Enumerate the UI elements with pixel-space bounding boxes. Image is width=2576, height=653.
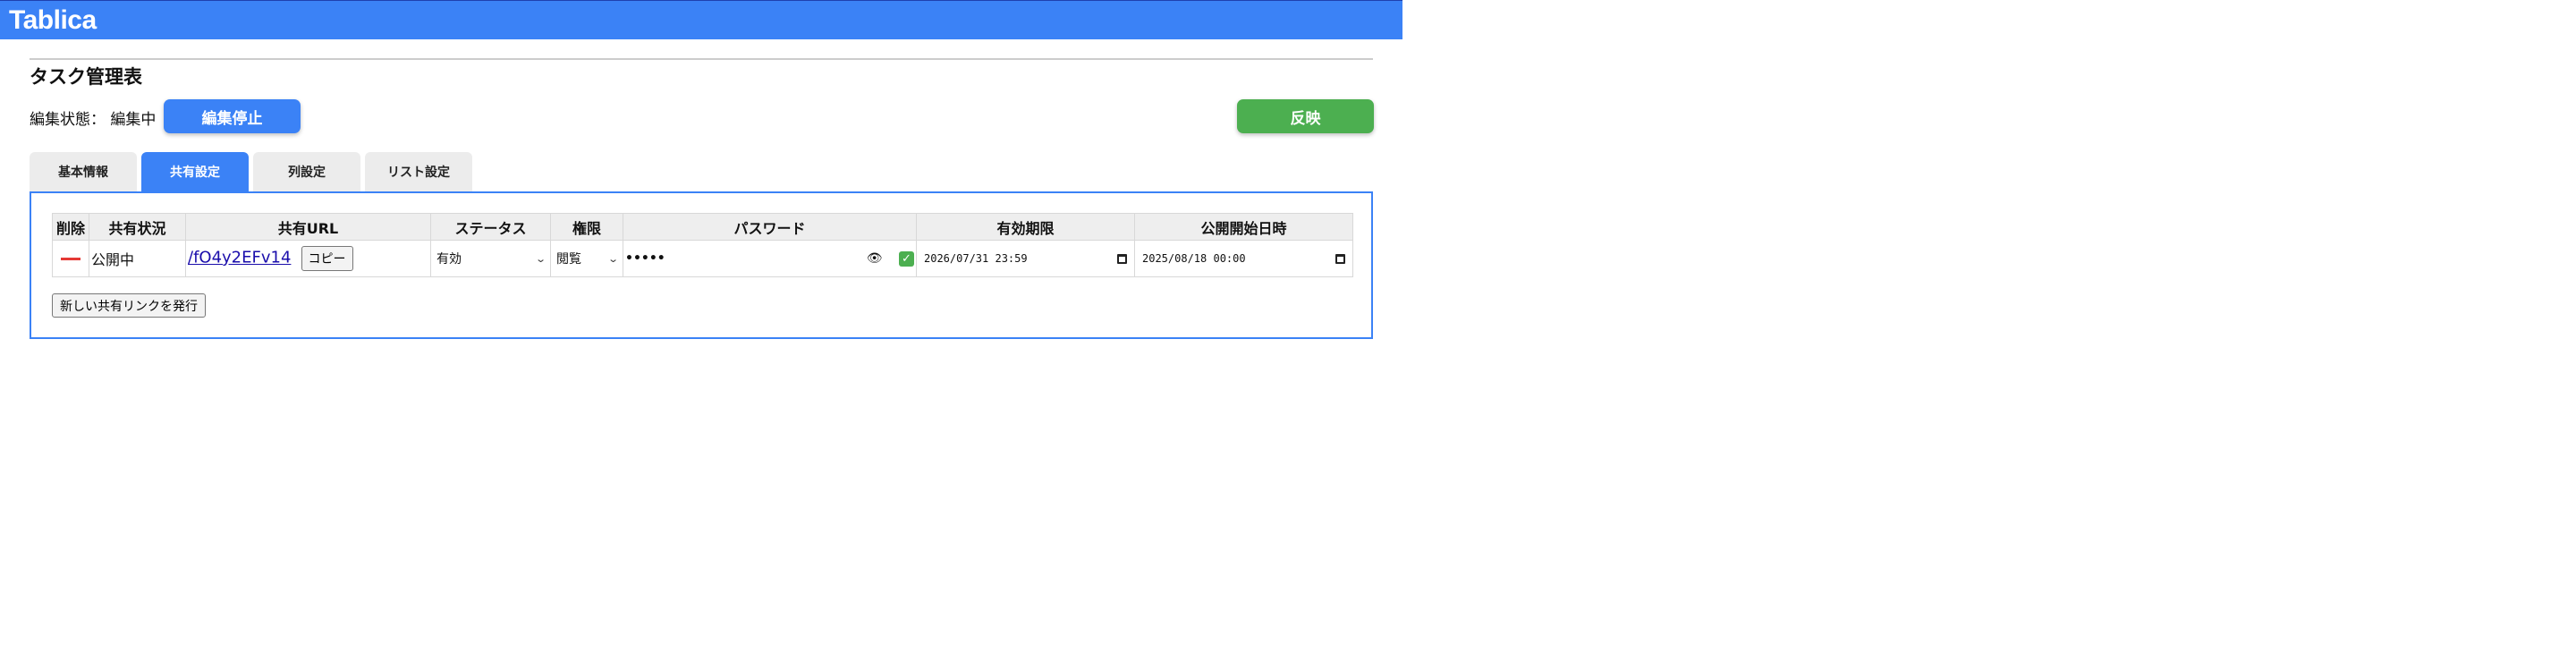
header-share-url: 共有URL: [185, 213, 431, 241]
copy-button[interactable]: コピー: [301, 246, 353, 271]
header-permission: 権限: [550, 213, 623, 241]
permission-select[interactable]: 閲覧 ⌄: [553, 250, 621, 267]
check-icon[interactable]: ✓: [899, 250, 914, 267]
share-settings-panel: 削除 共有状況 共有URL ステータス 権限 パスワード 有効期限 公開開始日時…: [30, 191, 1373, 339]
status-select[interactable]: 有効 ⌄: [433, 250, 548, 267]
share-url-cell: /fO4y2EFv14 コピー: [185, 240, 431, 277]
header-share-status: 共有状況: [89, 213, 186, 241]
tab-column-settings[interactable]: 列設定: [253, 152, 360, 191]
eye-icon[interactable]: 👁: [867, 251, 883, 266]
header-expires: 有効期限: [916, 213, 1135, 241]
share-table: 削除 共有状況 共有URL ステータス 権限 パスワード 有効期限 公開開始日時…: [52, 213, 1353, 277]
edit-state-label: 編集状態：: [30, 111, 106, 129]
edit-state-value: 編集中: [110, 111, 157, 129]
chevron-down-icon: ⌄: [534, 252, 547, 265]
calendar-icon[interactable]: [1117, 253, 1127, 264]
issue-new-share-link-button[interactable]: 新しい共有リンクを発行: [52, 293, 206, 318]
title-divider: [30, 58, 1373, 60]
permission-select-value: 閲覧: [556, 252, 581, 267]
header-publish-start: 公開開始日時: [1134, 213, 1353, 241]
minus-icon[interactable]: [61, 257, 80, 260]
share-status-cell: 公開中: [89, 240, 186, 277]
password-cell: ••••• 👁 ✓: [623, 240, 917, 277]
header-status: ステータス: [430, 213, 551, 241]
status-select-value: 有効: [436, 252, 462, 267]
stop-editing-button[interactable]: 編集停止: [164, 99, 301, 133]
header-delete: 削除: [52, 213, 89, 241]
delete-cell[interactable]: [52, 240, 89, 277]
chevron-down-icon: ⌄: [606, 252, 619, 265]
edit-state: 編集状態： 編集中: [30, 106, 156, 129]
expires-input[interactable]: 2026/07/31 23:59: [924, 252, 1028, 265]
status-select-cell[interactable]: 有効 ⌄: [430, 240, 551, 277]
tab-basic-info[interactable]: 基本情報: [30, 152, 137, 191]
expires-cell: 2026/07/31 23:59: [916, 240, 1135, 277]
page-title: タスク管理表: [30, 66, 142, 88]
top-bar: Tablica: [0, 0, 1402, 39]
table-row: 公開中 /fO4y2EFv14 コピー 有効 ⌄ 閲覧 ⌄ ••••• 👁 ✓ …: [52, 240, 1353, 277]
table-header-row: 削除 共有状況 共有URL ステータス 権限 パスワード 有効期限 公開開始日時: [52, 213, 1353, 241]
app-brand[interactable]: Tablica: [9, 5, 97, 36]
tab-share-settings[interactable]: 共有設定: [141, 152, 249, 191]
password-input[interactable]: •••••: [625, 251, 665, 266]
permission-select-cell[interactable]: 閲覧 ⌄: [550, 240, 623, 277]
calendar-icon[interactable]: [1335, 253, 1345, 264]
apply-button[interactable]: 反映: [1237, 99, 1374, 133]
publish-start-cell: 2025/08/18 00:00: [1134, 240, 1353, 277]
publish-start-input[interactable]: 2025/08/18 00:00: [1142, 252, 1246, 265]
share-url-link[interactable]: /fO4y2EFv14: [188, 249, 291, 267]
header-password: パスワード: [623, 213, 917, 241]
tab-list-settings[interactable]: リスト設定: [365, 152, 472, 191]
